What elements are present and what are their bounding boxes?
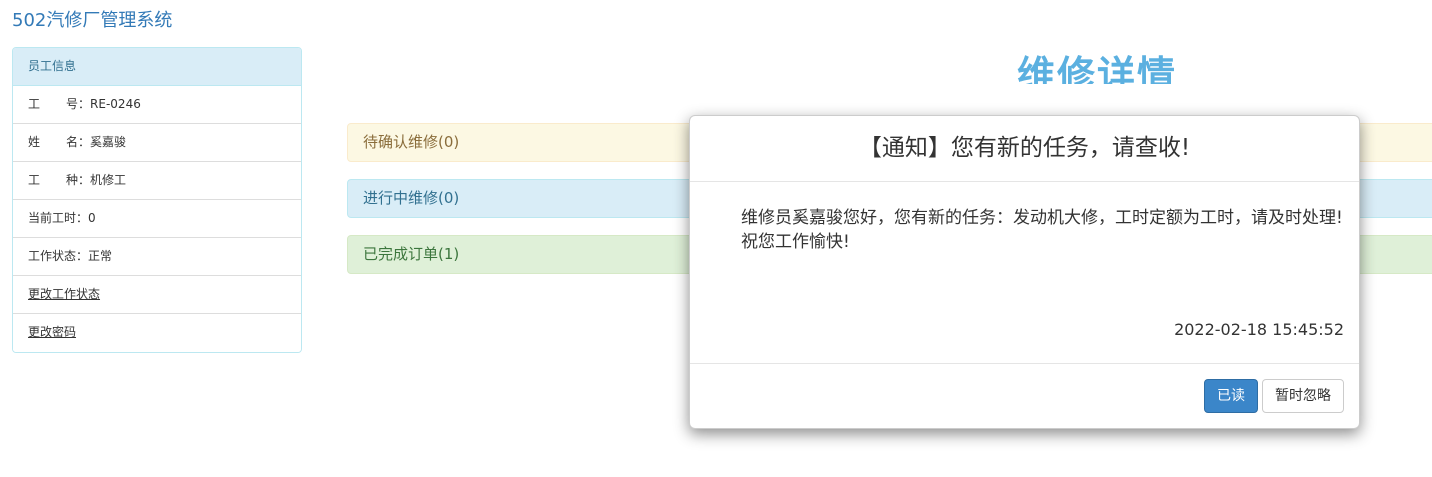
employee-name-sep: ： <box>78 135 91 149</box>
employee-name-label: 姓名 <box>28 135 79 149</box>
current-hours-row: 当前工时：0 <box>13 200 301 238</box>
employee-name-label-text: 姓 <box>28 135 67 149</box>
ignore-for-now-button[interactable]: 暂时忽略 <box>1262 379 1344 413</box>
employee-id-label-text: 工 <box>28 97 67 111</box>
employee-name-value: 奚嘉骏 <box>90 135 127 149</box>
employee-trade-value: 机修工 <box>90 173 127 187</box>
work-status-value: 正常 <box>88 249 113 263</box>
notification-timestamp: 2022-02-18 15:45:52 <box>1174 320 1344 339</box>
page-title-container: 维修详情 <box>1000 52 1240 84</box>
modal-footer: 已读 暂时忽略 <box>690 364 1359 428</box>
mark-read-button[interactable]: 已读 <box>1204 379 1258 413</box>
employee-info-heading: 员工信息 <box>13 48 301 86</box>
employee-id-row: 工号：RE-0246 <box>13 86 301 124</box>
current-hours-value: 0 <box>88 211 96 225</box>
change-password-row: 更改密码 <box>13 314 301 352</box>
current-hours-sep: ： <box>76 211 89 225</box>
change-status-row: 更改工作状态 <box>13 276 301 314</box>
employee-name-row: 姓名：奚嘉骏 <box>13 124 301 162</box>
employee-trade-row: 工种：机修工 <box>13 162 301 200</box>
change-work-status-link[interactable]: 更改工作状态 <box>28 287 100 301</box>
employee-id-sep: ： <box>78 97 91 111</box>
employee-id-value: RE-0246 <box>90 97 141 111</box>
employee-trade-label-text: 工 <box>28 173 67 187</box>
work-status-label: 工作状态 <box>28 249 77 263</box>
work-status-row: 工作状态：正常 <box>13 238 301 276</box>
notification-modal: 【通知】您有新的任务，请查收! 维修员奚嘉骏您好，您有新的任务：发动机大修，工时… <box>689 115 1360 429</box>
current-hours-label: 当前工时 <box>28 211 77 225</box>
app-title-link[interactable]: 502汽修厂管理系统 <box>12 10 172 32</box>
modal-title: 【通知】您有新的任务，请查收! <box>858 135 1191 161</box>
employee-info-panel: 员工信息 工号：RE-0246 姓名：奚嘉骏 工种：机修工 当前工时：0 工作状… <box>12 47 302 353</box>
employee-id-label: 工号 <box>28 97 79 111</box>
notification-greeting: 祝您工作愉快! <box>741 232 850 252</box>
notification-message: 维修员奚嘉骏您好，您有新的任务：发动机大修，工时定额为工时，请及时处理! <box>741 208 1343 228</box>
page-title: 维修详情 <box>1017 53 1178 84</box>
modal-body: 维修员奚嘉骏您好，您有新的任务：发动机大修，工时定额为工时，请及时处理! 祝您工… <box>690 182 1359 364</box>
employee-trade-label: 工种 <box>28 173 79 187</box>
work-status-sep: ： <box>76 249 89 263</box>
modal-header: 【通知】您有新的任务，请查收! <box>690 116 1359 182</box>
employee-trade-sep: ： <box>78 173 91 187</box>
change-password-link[interactable]: 更改密码 <box>28 325 76 339</box>
